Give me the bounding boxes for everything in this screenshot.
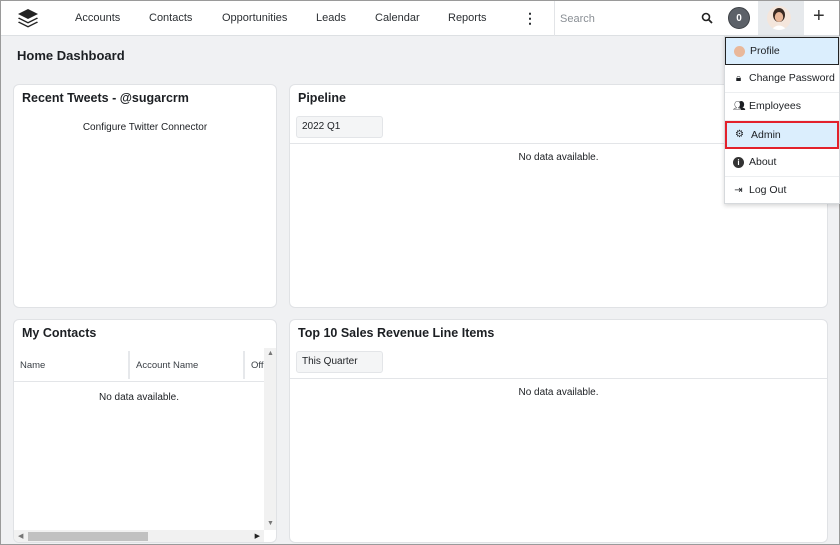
nav-contacts[interactable]: Contacts [149, 1, 192, 36]
menu-item-about[interactable]: i About [725, 149, 839, 177]
nav-opportunities[interactable]: Opportunities [222, 1, 287, 36]
nav-accounts[interactable]: Accounts [75, 1, 120, 36]
period-filter[interactable]: 2022 Q1 [296, 116, 383, 138]
dashlet-title: Pipeline [298, 91, 346, 105]
user-avatar-button[interactable] [758, 1, 804, 35]
nav-leads[interactable]: Leads [316, 1, 346, 36]
dashlet-my-contacts: My Contacts Name Account Name Off No dat… [13, 319, 277, 543]
sugarcrm-logo-icon[interactable] [17, 8, 39, 28]
menu-item-admin[interactable]: ⚙ Admin [725, 121, 839, 149]
no-data-message: No data available. [518, 387, 599, 398]
menu-label: Employees [749, 100, 801, 112]
logout-icon: ⇥ [734, 185, 743, 196]
dashlet-top-10-sales-revenue: Top 10 Sales Revenue Line Items This Qua… [289, 319, 828, 543]
search-icon[interactable] [701, 12, 713, 24]
menu-item-employees[interactable]: 👥︎ Employees [725, 93, 839, 121]
user-dropdown-menu: Profile 🔒︎ Change Password 👥︎ Employees ⚙ A… [724, 36, 840, 204]
menu-item-change-password[interactable]: 🔒︎ Change Password [725, 65, 839, 93]
more-menu-icon[interactable]: ⋮ [523, 1, 537, 36]
menu-item-profile[interactable]: Profile [725, 37, 839, 65]
top-nav-bar: Accounts Contacts Opportunities Leads Ca… [1, 1, 839, 36]
search-placeholder: Search [560, 13, 595, 25]
dashlet-title: Top 10 Sales Revenue Line Items [298, 326, 495, 340]
notifications-badge[interactable]: 0 [728, 7, 750, 29]
gear-icon: ⚙ [735, 129, 744, 140]
menu-label: Admin [751, 129, 781, 141]
profile-avatar-icon [734, 46, 745, 57]
menu-label: Log Out [749, 184, 787, 196]
divider [290, 378, 827, 379]
configure-twitter-link[interactable]: Configure Twitter Connector [14, 122, 276, 133]
no-data-message: No data available. [98, 392, 180, 403]
dashlet-title: Recent Tweets - @sugarcrm [22, 91, 189, 105]
column-name[interactable]: Name [20, 360, 45, 371]
nav-reports[interactable]: Reports [448, 1, 487, 36]
scrollbar-thumb[interactable] [28, 532, 148, 541]
avatar [767, 6, 791, 30]
quick-create-plus-icon[interactable]: + [813, 5, 825, 28]
dashlet-title: My Contacts [22, 326, 97, 340]
nav-calendar[interactable]: Calendar [375, 1, 420, 36]
vertical-scrollbar[interactable]: ▲ ▼ [264, 348, 276, 530]
horizontal-scrollbar[interactable]: ◀ ▶ [14, 530, 264, 542]
search-input[interactable]: Search [554, 1, 721, 36]
menu-label: Profile [750, 45, 780, 57]
page-title: Home Dashboard [17, 48, 125, 63]
menu-label: Change Password [749, 72, 835, 84]
menu-item-log-out[interactable]: ⇥ Log Out [725, 177, 839, 205]
dashlet-recent-tweets: Recent Tweets - @sugarcrm Configure Twit… [13, 84, 277, 308]
lock-icon: 🔒︎ [735, 73, 742, 84]
info-icon: i [733, 157, 744, 168]
table-header: Name Account Name Off [14, 348, 264, 382]
employees-icon: 👥︎ [733, 101, 746, 112]
column-office[interactable]: Off [251, 360, 264, 371]
menu-label: About [749, 156, 777, 168]
column-account-name[interactable]: Account Name [136, 360, 198, 371]
period-filter[interactable]: This Quarter [296, 351, 383, 373]
